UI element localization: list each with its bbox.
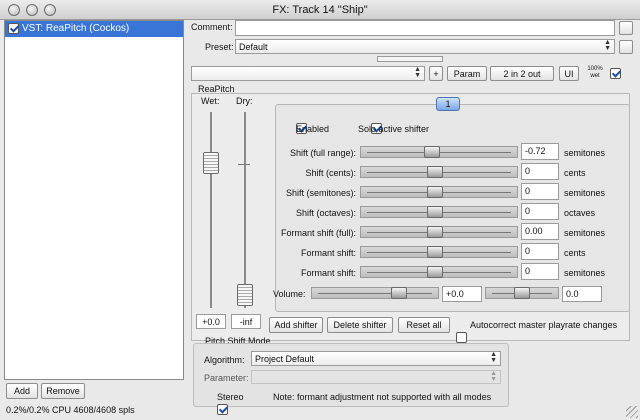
- param-label: Formant shift:: [300, 268, 356, 278]
- minimize-window-icon[interactable]: [26, 4, 38, 16]
- autocorrect-checkbox[interactable]: [456, 332, 467, 343]
- stereo-label: Stereo: [217, 392, 244, 402]
- volume-slider-thumb[interactable]: [391, 287, 407, 299]
- param-unit-label: semitones: [564, 268, 606, 278]
- preset-scroll-indicator: [377, 56, 443, 62]
- volume-value-field[interactable]: +0.0: [442, 286, 482, 302]
- fx-enable-checkbox[interactable]: [8, 23, 19, 34]
- pan-value-field[interactable]: 0.0: [562, 286, 602, 302]
- updown-arrows-icon: ▲ ▼: [414, 66, 421, 79]
- volume-slider[interactable]: [311, 287, 439, 299]
- param-label: Shift (octaves):: [295, 208, 356, 218]
- formant-note: Note: formant adjustment not supported w…: [273, 392, 492, 402]
- param-slider-thumb[interactable]: [424, 146, 440, 158]
- param-button[interactable]: Param: [447, 66, 487, 81]
- comment-input[interactable]: [235, 20, 615, 36]
- solo-label: Solo active shifter: [358, 124, 430, 134]
- param-slider-thumb[interactable]: [427, 226, 443, 238]
- param-value-field[interactable]: 0: [521, 203, 559, 220]
- updown-arrows-icon: ▲ ▼: [490, 370, 497, 383]
- algorithm-label: Algorithm:: [204, 355, 245, 365]
- cpu-status: 0.2%/0.2% CPU 4608/4608 spls: [6, 405, 135, 415]
- dry-slider-thumb[interactable]: [237, 284, 253, 306]
- param-label: Formant shift:: [300, 248, 356, 258]
- param-value-field[interactable]: 0.00: [521, 223, 559, 240]
- ui-button[interactable]: UI: [559, 66, 579, 81]
- wet-label: Wet:: [201, 96, 220, 106]
- param-label: Formant shift (full):: [280, 228, 356, 238]
- param-slider[interactable]: [360, 206, 518, 218]
- algorithm-value: Project Default: [255, 354, 315, 364]
- comment-label: Comment:: [191, 22, 233, 32]
- preset-select[interactable]: Default ▲ ▼: [235, 39, 615, 54]
- shifter-tab-1[interactable]: 1: [436, 97, 460, 111]
- remove-fx-button[interactable]: Remove: [41, 383, 85, 399]
- preset-label: Preset:: [205, 42, 234, 52]
- param-label: Shift (semitones):: [285, 188, 356, 198]
- param-unit-label: octaves: [564, 208, 596, 218]
- param-unit-label: semitones: [564, 148, 606, 158]
- io-button[interactable]: 2 in 2 out: [490, 66, 554, 81]
- param-slider[interactable]: [360, 146, 518, 158]
- parameter-label: Parameter:: [204, 373, 249, 383]
- param-unit-label: semitones: [564, 228, 606, 238]
- param-slider-thumb[interactable]: [427, 266, 443, 278]
- zoom-window-icon[interactable]: [44, 4, 56, 16]
- comment-side-button[interactable]: [619, 21, 633, 35]
- param-slider[interactable]: [360, 166, 518, 178]
- param-value-field[interactable]: 0: [521, 163, 559, 180]
- updown-arrows-icon: ▲ ▼: [490, 351, 497, 364]
- fx-list-item-label: VST: ReaPitch (Cockos): [22, 23, 130, 34]
- autocorrect-label: Autocorrect master playrate changes: [470, 320, 618, 330]
- dry-slider[interactable]: [237, 110, 253, 310]
- param-value-field[interactable]: -0.72: [521, 143, 559, 160]
- param-unit-label: cents: [564, 168, 586, 178]
- param-value-field[interactable]: 0: [521, 183, 559, 200]
- volume-label: Volume:: [273, 289, 306, 299]
- wet-value-field[interactable]: +0.0: [196, 314, 226, 329]
- add-shifter-button[interactable]: Add shifter: [269, 317, 323, 333]
- param-slider[interactable]: [360, 186, 518, 198]
- parameter-select[interactable]: ▲ ▼: [251, 370, 501, 384]
- param-slider[interactable]: [360, 246, 518, 258]
- param-slider[interactable]: [360, 226, 518, 238]
- stereo-checkbox[interactable]: [216, 404, 228, 415]
- updown-arrows-icon: ▲ ▼: [604, 39, 611, 52]
- param-label: Shift (cents):: [305, 168, 356, 178]
- fx-action-select[interactable]: ▲ ▼: [191, 66, 425, 81]
- add-fx-button[interactable]: Add: [6, 383, 38, 399]
- fx-bypass-checkbox[interactable]: [610, 68, 621, 79]
- wet-slider[interactable]: [203, 110, 219, 310]
- wet-mix-label: 100% wet: [587, 66, 603, 79]
- param-slider-thumb[interactable]: [427, 166, 443, 178]
- param-value-field[interactable]: 0: [521, 263, 559, 280]
- param-unit-label: semitones: [564, 188, 606, 198]
- resize-grip-icon[interactable]: [626, 406, 638, 418]
- dry-label: Dry:: [236, 96, 253, 106]
- enabled-label: Enabled: [296, 124, 330, 134]
- wet-slider-thumb[interactable]: [203, 152, 219, 174]
- plus-button[interactable]: +: [429, 66, 443, 81]
- fx-list-item[interactable]: VST: ReaPitch (Cockos): [5, 21, 183, 37]
- dry-value-field[interactable]: -inf: [231, 314, 261, 329]
- fx-chain-list[interactable]: VST: ReaPitch (Cockos): [4, 20, 184, 380]
- param-label: Shift (full range):: [289, 148, 356, 158]
- close-window-icon[interactable]: [8, 4, 20, 16]
- preset-side-button[interactable]: [619, 40, 633, 54]
- param-slider-thumb[interactable]: [427, 246, 443, 258]
- param-slider-thumb[interactable]: [427, 186, 443, 198]
- pan-slider-thumb[interactable]: [514, 287, 530, 299]
- algorithm-select[interactable]: Project Default ▲ ▼: [251, 351, 501, 366]
- param-value-field[interactable]: 0: [521, 243, 559, 260]
- preset-value: Default: [239, 42, 268, 52]
- param-slider[interactable]: [360, 266, 518, 278]
- param-slider-thumb[interactable]: [427, 206, 443, 218]
- window-title: FX: Track 14 "Ship": [272, 4, 368, 16]
- delete-shifter-button[interactable]: Delete shifter: [327, 317, 393, 333]
- param-unit-label: cents: [564, 248, 586, 258]
- title-bar: FX: Track 14 "Ship": [0, 0, 640, 20]
- reset-all-button[interactable]: Reset all: [398, 317, 450, 333]
- pan-slider[interactable]: [485, 287, 559, 299]
